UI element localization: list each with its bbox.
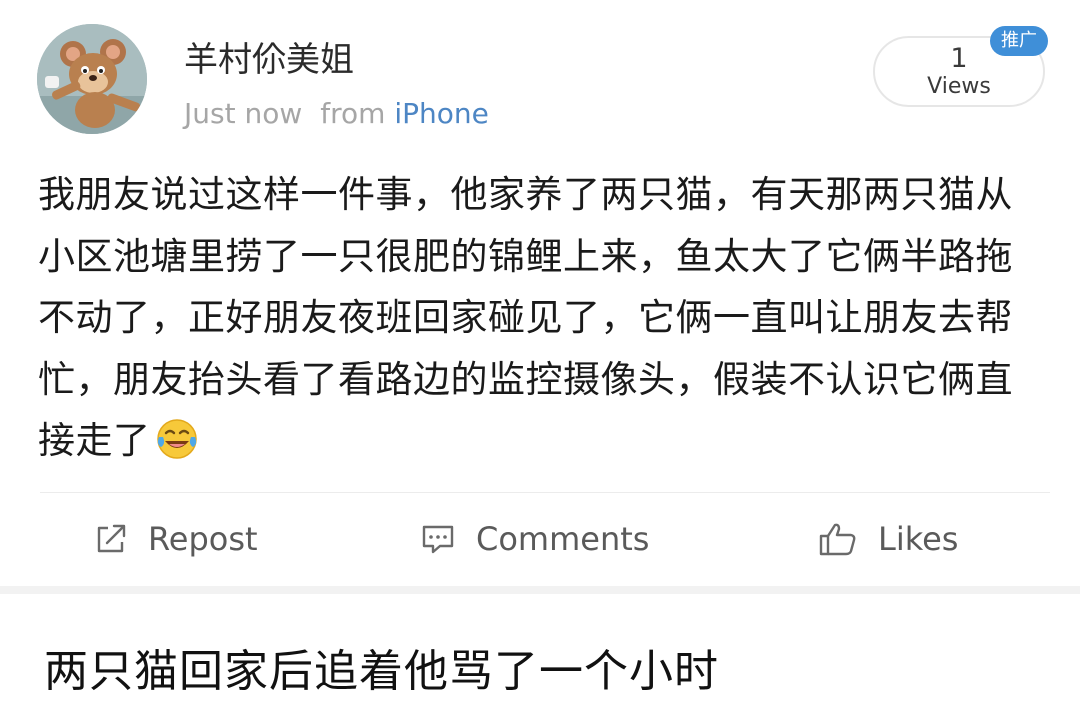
action-bar: Repost Comments Likes	[0, 504, 1080, 574]
caption-text: 两只猫回家后追着他骂了一个小时	[44, 646, 719, 697]
thumbs-up-icon	[819, 523, 856, 556]
laughing-crying-emoji-icon	[156, 419, 197, 459]
promote-badge[interactable]: 推广	[990, 26, 1048, 56]
divider	[40, 492, 1050, 493]
post-meta: Just now from iPhone	[184, 96, 489, 132]
post-time: Just now	[184, 97, 303, 130]
comments-button[interactable]: Comments	[420, 504, 649, 574]
comment-icon	[422, 525, 454, 554]
source-link[interactable]: iPhone	[394, 97, 489, 130]
weibo-post-card: 羊村伱美姐 Just now from iPhone 1 Views 推广 我朋友…	[0, 0, 1080, 586]
comments-label: Comments	[476, 520, 650, 558]
repost-icon	[97, 524, 126, 553]
likes-label: Likes	[878, 520, 959, 558]
views-label: Views	[927, 74, 991, 99]
avatar[interactable]	[37, 24, 147, 134]
cartoon-mouse-icon	[37, 24, 147, 134]
repost-button[interactable]: Repost	[94, 504, 258, 574]
from-label: from	[320, 97, 386, 130]
section-separator	[0, 586, 1080, 594]
post-body: 我朋友说过这样一件事，他家养了两只猫，有天那两只猫从小区池塘里捞了一只很肥的锦鲤…	[38, 164, 1048, 472]
author-name[interactable]: 羊村伱美姐	[184, 38, 354, 82]
repost-label: Repost	[148, 520, 258, 558]
likes-button[interactable]: Likes	[818, 504, 958, 574]
